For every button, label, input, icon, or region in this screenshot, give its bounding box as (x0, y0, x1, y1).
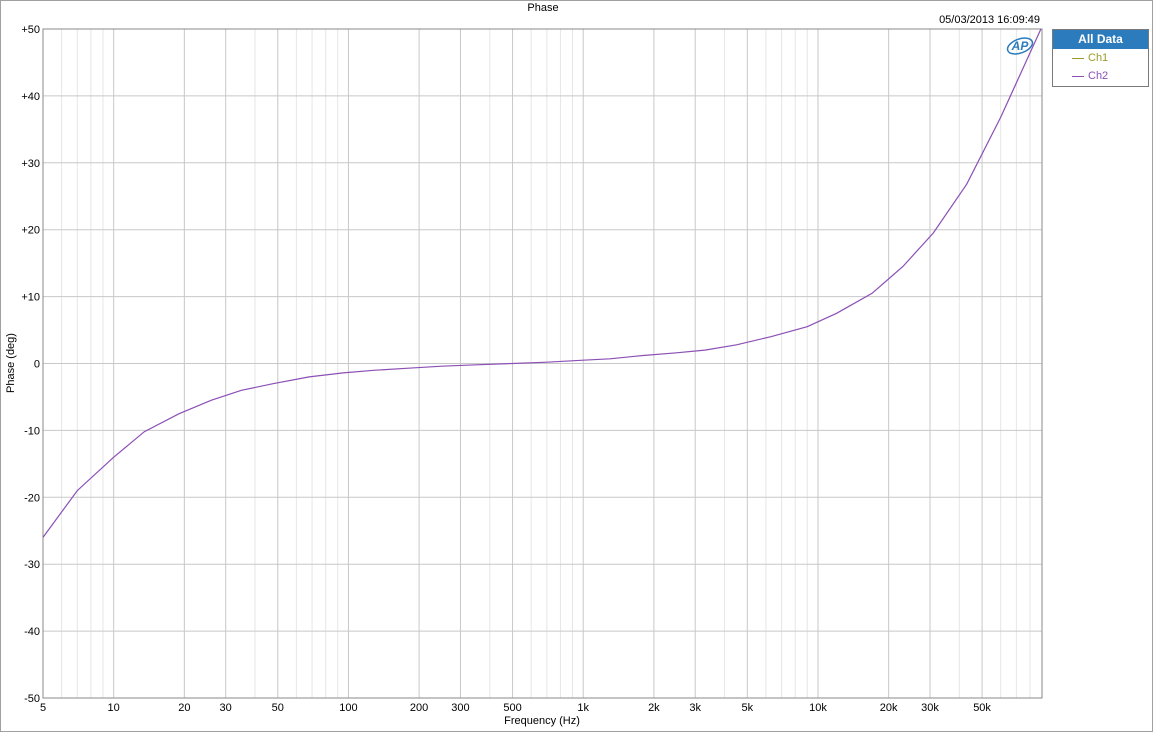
x-tick-label: 200 (410, 702, 428, 714)
y-tick-label: -30 (24, 559, 40, 571)
legend-item-ch1[interactable]: Ch1 (1053, 49, 1148, 67)
x-tick-label: 500 (503, 702, 521, 714)
x-tick-label: 20 (178, 702, 190, 714)
chart-title: Phase (527, 2, 558, 14)
x-axis-label: Frequency (Hz) (504, 715, 580, 727)
legend-label-ch2: Ch2 (1088, 70, 1109, 82)
y-tick-label: +20 (21, 225, 40, 237)
x-tick-label: 5k (741, 702, 753, 714)
y-tick-label: -10 (24, 425, 40, 437)
x-axis-ticks: 5 10 20 30 50 100 200 300 500 1k 2k 3k 5k 10k 20k 30k 50… (40, 702, 991, 714)
x-tick-label: 300 (451, 702, 469, 714)
y-tick-label: +50 (21, 24, 40, 36)
y-axis-ticks: +50 +40 +30 +20 +10 0 -10 -20 -30 -40 -50 (21, 24, 40, 705)
legend-swatch-ch2 (1072, 76, 1084, 77)
x-tick-label: 1k (577, 702, 589, 714)
y-axis-label: Phase (deg) (5, 333, 17, 393)
x-tick-label: 5 (40, 702, 46, 714)
y-tick-label: -40 (24, 626, 40, 638)
y-tick-label: +30 (21, 158, 40, 170)
x-tick-label: 10k (809, 702, 827, 714)
x-tick-label: 30k (921, 702, 939, 714)
x-tick-label: 10 (108, 702, 120, 714)
series-line-ch2 (42, 28, 1042, 538)
legend-header[interactable]: All Data (1053, 30, 1148, 49)
legend: All Data Ch1 Ch2 (1052, 29, 1149, 87)
x-tick-label: 50k (973, 702, 991, 714)
logo-text: AP (1011, 39, 1030, 53)
y-tick-label: -20 (24, 492, 40, 504)
x-tick-label: 100 (339, 702, 357, 714)
chart-timestamp: 05/03/2013 16:09:49 (939, 14, 1040, 26)
x-tick-label: 3k (689, 702, 701, 714)
x-tick-label: 30 (220, 702, 232, 714)
y-tick-label: -50 (24, 693, 40, 705)
phase-chart: Phase 05/03/2013 16:09:49 5 10 20 30 50 100 20… (5, 2, 1043, 727)
y-tick-label: +40 (21, 91, 40, 103)
grid (42, 28, 1043, 699)
series-layer (42, 28, 1042, 538)
legend-label-ch1: Ch1 (1088, 52, 1109, 64)
x-tick-label: 20k (880, 702, 898, 714)
legend-item-ch2[interactable]: Ch2 (1053, 67, 1148, 85)
x-tick-label: 2k (648, 702, 660, 714)
y-tick-label: 0 (34, 359, 40, 371)
y-tick-label: +10 (21, 292, 40, 304)
legend-swatch-ch1 (1072, 58, 1084, 59)
x-tick-label: 50 (272, 702, 284, 714)
